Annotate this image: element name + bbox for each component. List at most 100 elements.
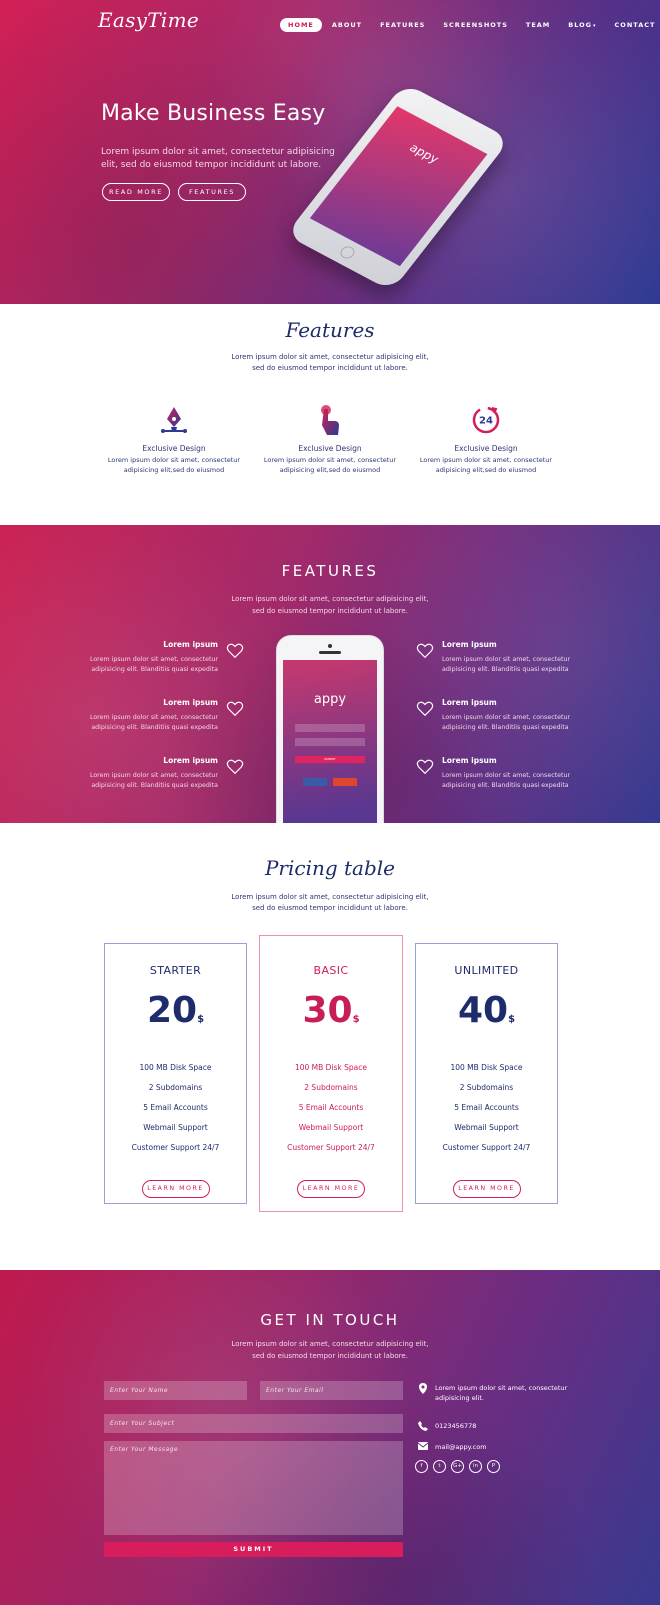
showcase-item-line1: Lorem ipsum dolor sit amet, consectetur: [89, 772, 218, 779]
heart-icon: [416, 643, 434, 659]
phone-submit-button: SUBMIT: [295, 756, 365, 763]
showcase-item-title: Lorem ipsum: [163, 640, 218, 649]
learn-more-button[interactable]: LEARN MORE: [297, 1180, 365, 1198]
phone-username-field: [295, 724, 365, 732]
feature-desc-line1: Lorem ipsum dolor sit amet, consectetur: [263, 456, 397, 464]
envelope-icon: [418, 1442, 428, 1450]
pen-nib-icon: [161, 407, 187, 433]
nav-contact[interactable]: CONTACT: [607, 18, 660, 32]
nav-features[interactable]: FEATURES: [372, 18, 433, 32]
plan-feature: 2 Subdomains: [459, 1083, 514, 1092]
touch-hand-icon: [321, 405, 339, 435]
contact-phone: 0123456778: [418, 1421, 570, 1431]
nav-blog[interactable]: BLOG▾: [560, 18, 604, 32]
currency-symbol: $: [352, 1014, 360, 1025]
plan-price: 30$: [302, 990, 360, 1031]
features-title: Features: [285, 318, 375, 342]
plan-feature: Webmail Support: [454, 1123, 519, 1132]
read-more-button[interactable]: READ MORE: [102, 183, 170, 201]
contact-description-line2: sed do eiusmod tempor incididunt ut labo…: [252, 1352, 408, 1360]
plan-feature: 100 MB Disk Space: [450, 1063, 523, 1072]
map-pin-icon: [419, 1383, 427, 1394]
heart-icon: [416, 759, 434, 775]
email-text: mail@appy.com: [435, 1443, 487, 1451]
feature-desc-line1: Lorem ipsum dolor sit amet, consectetur: [419, 456, 553, 464]
address-text: Lorem ipsum dolor sit amet, consectetur …: [435, 1384, 568, 1402]
plan-feature: Webmail Support: [298, 1123, 364, 1132]
phone-speaker: [319, 651, 341, 654]
nav-screenshots[interactable]: SCREENSHOTS: [435, 18, 516, 32]
learn-more-button[interactable]: LEARN MORE: [452, 1180, 521, 1198]
showcase-item-right-2: Lorem ipsum Lorem ipsum dolor sit amet, …: [442, 698, 592, 733]
plan-feature: Customer Support 24/7: [287, 1143, 375, 1152]
main-nav: HOME ABOUT FEATURES SCREENSHOTS TEAM BLO…: [280, 18, 660, 32]
feature-card-1: Exclusive Design Lorem ipsum dolor sit a…: [99, 403, 249, 475]
showcase-phone-mockup: appy SUBMIT: [277, 636, 383, 823]
showcase-item-line2: adipisicing elit. Blanditiis quasi exped…: [91, 782, 218, 789]
plan-name: STARTER: [149, 964, 202, 977]
nav-home[interactable]: HOME: [280, 18, 322, 32]
clock-24-icon: 24: [472, 406, 500, 434]
phone-facebook-button: [303, 778, 327, 786]
plan-price: 20$: [146, 990, 205, 1031]
contact-email: mail@appy.com: [418, 1442, 570, 1452]
showcase-item-right-1: Lorem ipsum Lorem ipsum dolor sit amet, …: [442, 640, 592, 675]
nav-about[interactable]: ABOUT: [324, 18, 370, 32]
features-showcase-description-line1: Lorem ipsum dolor sit amet, consectetur …: [231, 595, 429, 603]
showcase-item-line1: Lorem ipsum dolor sit amet, consectetur: [442, 656, 571, 663]
contact-description-line1: Lorem ipsum dolor sit amet, consectetur …: [231, 1340, 429, 1348]
contact-title: GET IN TOUCH: [260, 1311, 400, 1329]
phone-camera: [328, 644, 332, 648]
showcase-item-line1: Lorem ipsum dolor sit amet, consectetur: [442, 714, 571, 721]
phone-icon: [418, 1421, 428, 1431]
features-button[interactable]: FEATURES: [178, 183, 246, 201]
showcase-item-title: Lorem ipsum: [163, 698, 218, 707]
chevron-down-icon: ▾: [593, 23, 597, 29]
message-textarea[interactable]: [104, 1441, 403, 1535]
google-plus-icon[interactable]: G+: [451, 1460, 464, 1473]
feature-desc-line2: adipisicing elit,sed do eiusmod: [123, 466, 225, 474]
heart-icon: [226, 701, 244, 717]
plan-feature: 2 Subdomains: [148, 1083, 203, 1092]
subject-input[interactable]: [104, 1414, 403, 1433]
twitter-icon[interactable]: t: [433, 1460, 446, 1473]
showcase-item-title: Lorem ipsum: [442, 698, 497, 707]
showcase-item-title: Lorem ipsum: [163, 756, 218, 765]
showcase-item-line2: adipisicing elit. Blanditiis quasi exped…: [442, 724, 569, 731]
pinterest-icon[interactable]: P: [487, 1460, 500, 1473]
linkedin-icon[interactable]: in: [469, 1460, 482, 1473]
site-logo[interactable]: EasyTime: [98, 8, 199, 32]
plan-feature: 5 Email Accounts: [143, 1103, 208, 1112]
plan-feature: 2 Subdomains: [304, 1083, 358, 1092]
social-links: f t G+ in P: [415, 1460, 500, 1473]
feature-name: Exclusive Design: [454, 444, 518, 453]
showcase-item-left-2: Lorem ipsum Lorem ipsum dolor sit amet, …: [68, 698, 218, 733]
features-showcase-title: FEATURES: [281, 562, 379, 580]
nav-blog-label: BLOG: [568, 21, 593, 29]
plan-features: 100 MB Disk Space 2 Subdomains 5 Email A…: [260, 1058, 402, 1158]
showcase-item-line2: adipisicing elit. Blanditiis quasi exped…: [442, 782, 569, 789]
facebook-icon[interactable]: f: [415, 1460, 428, 1473]
feature-card-2: Exclusive Design Lorem ipsum dolor sit a…: [255, 403, 405, 475]
contact-section: GET IN TOUCH Lorem ipsum dolor sit amet,…: [0, 1270, 660, 1605]
plan-price: 40$: [457, 990, 516, 1031]
showcase-item-line1: Lorem ipsum dolor sit amet, consectetur: [89, 714, 218, 721]
features-description-line2: sed do eiusmod tempor incididunt ut labo…: [252, 364, 408, 372]
showcase-item-left-1: Lorem ipsum Lorem ipsum dolor sit amet, …: [68, 640, 218, 675]
showcase-item-title: Lorem ipsum: [442, 756, 497, 765]
feature-desc-line2: adipisicing elit,sed do eiusmod: [279, 466, 381, 474]
submit-button[interactable]: SUBMIT: [104, 1542, 403, 1557]
pricing-card-starter: STARTER 20$ 100 MB Disk Space 2 Subdomai…: [104, 943, 247, 1204]
pricing-title: Pricing table: [264, 856, 396, 880]
feature-name: Exclusive Design: [142, 444, 206, 453]
pricing-card-unlimited: UNLIMITED 40$ 100 MB Disk Space 2 Subdom…: [415, 943, 558, 1204]
name-input[interactable]: [104, 1381, 247, 1400]
learn-more-button[interactable]: LEARN MORE: [141, 1180, 210, 1198]
email-input[interactable]: [260, 1381, 403, 1400]
nav-team[interactable]: TEAM: [518, 18, 558, 32]
plan-feature: Webmail Support: [143, 1123, 208, 1132]
heart-icon: [416, 701, 434, 717]
currency-symbol: $: [197, 1014, 205, 1025]
hero-subtitle: Lorem ipsum dolor sit amet, consectetur …: [101, 147, 335, 170]
plan-name: UNLIMITED: [454, 964, 519, 977]
